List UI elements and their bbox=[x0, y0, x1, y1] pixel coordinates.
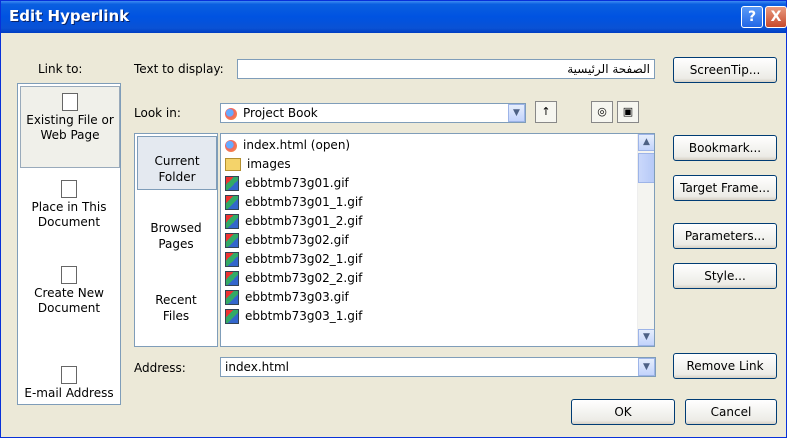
tab-current-folder[interactable]: Current Folder bbox=[137, 136, 217, 190]
scroll-up-icon[interactable]: ▲ bbox=[638, 134, 654, 151]
up-one-folder-icon[interactable]: ↑ bbox=[535, 101, 557, 123]
help-button[interactable]: ? bbox=[741, 6, 763, 28]
gif-file-icon bbox=[225, 176, 239, 191]
text-to-display-input[interactable]: الصفحة الرئيسية bbox=[237, 59, 655, 79]
gif-file-icon bbox=[225, 309, 239, 324]
look-in-dropdown[interactable]: Project Book bbox=[220, 103, 526, 123]
address-chevron-down-icon[interactable]: ▼ bbox=[638, 358, 655, 376]
link-to-label: Link to: bbox=[38, 62, 83, 76]
gif-file-icon bbox=[225, 290, 239, 305]
style-button[interactable]: Style... bbox=[673, 263, 777, 289]
existing-file-icon bbox=[62, 93, 78, 111]
globe-icon bbox=[225, 107, 237, 120]
link-to-item-label-1: E-mail Address bbox=[24, 386, 114, 400]
file-name: ebbtmb73g02_2.gif bbox=[245, 271, 363, 285]
link-to-bar: Existing File or Web Page Place in This … bbox=[17, 83, 121, 405]
file-name: images bbox=[247, 157, 291, 171]
sub-nav: Current Folder Browsed Pages Recent File… bbox=[134, 133, 218, 347]
browser-icon bbox=[225, 139, 237, 152]
address-input[interactable]: index.html bbox=[220, 357, 656, 377]
screentip-button[interactable]: ScreenTip... bbox=[673, 57, 777, 83]
gif-file-icon bbox=[225, 233, 239, 248]
tab-browsed-pages[interactable]: Browsed Pages bbox=[137, 220, 215, 260]
list-item[interactable]: images bbox=[225, 155, 291, 173]
tab-recent-files[interactable]: Recent Files bbox=[137, 292, 215, 332]
link-to-place-in-document[interactable]: Place in This Document bbox=[20, 174, 118, 244]
link-to-email-address[interactable]: E-mail Address bbox=[20, 360, 118, 404]
link-to-item-label-2: Web Page bbox=[40, 128, 100, 142]
link-to-item-label-1: Place in This bbox=[31, 200, 107, 214]
gif-file-icon bbox=[225, 195, 239, 210]
list-item[interactable]: ebbtmb73g01_2.gif bbox=[225, 212, 362, 230]
file-name: ebbtmb73g01.gif bbox=[245, 176, 349, 190]
email-address-icon bbox=[61, 366, 77, 384]
place-in-document-icon bbox=[61, 180, 77, 198]
folder-icon bbox=[225, 158, 241, 171]
gif-file-icon bbox=[225, 214, 239, 229]
list-item[interactable]: index.html (open) bbox=[225, 136, 350, 154]
file-name: ebbtmb73g03.gif bbox=[245, 290, 349, 304]
file-name: ebbtmb73g02_1.gif bbox=[245, 252, 363, 266]
list-item[interactable]: ebbtmb73g02.gif bbox=[225, 231, 349, 249]
address-label: Address: bbox=[134, 361, 186, 375]
text-to-display-label: Text to display: bbox=[134, 62, 224, 76]
gif-file-icon bbox=[225, 271, 239, 286]
link-to-item-label-1: Create New bbox=[34, 286, 104, 300]
list-item[interactable]: ebbtmb73g02_1.gif bbox=[225, 250, 362, 268]
link-to-create-new-document[interactable]: Create New Document bbox=[20, 260, 118, 330]
gif-file-icon bbox=[225, 252, 239, 267]
file-name: ebbtmb73g02.gif bbox=[245, 233, 349, 247]
file-name: index.html (open) bbox=[243, 138, 351, 152]
scroll-thumb[interactable] bbox=[638, 153, 654, 183]
close-button[interactable]: X bbox=[765, 6, 787, 28]
scroll-down-icon[interactable]: ▼ bbox=[638, 329, 654, 346]
sub-nav-label-2: Folder bbox=[158, 170, 196, 184]
browse-web-icon[interactable]: ◎ bbox=[591, 101, 613, 123]
list-item[interactable]: ebbtmb73g01.gif bbox=[225, 174, 349, 192]
link-to-item-label-2: Document bbox=[37, 215, 101, 229]
look-in-label: Look in: bbox=[134, 106, 181, 120]
sub-nav-label-1: Current bbox=[154, 154, 200, 168]
link-to-item-label-2: Document bbox=[37, 301, 101, 315]
file-name: ebbtmb73g03_1.gif bbox=[245, 309, 363, 323]
ok-button[interactable]: OK bbox=[571, 399, 675, 425]
bookmark-button[interactable]: Bookmark... bbox=[673, 135, 777, 161]
look-in-value: Project Book bbox=[243, 106, 318, 120]
file-name: ebbtmb73g01_2.gif bbox=[245, 214, 363, 228]
remove-link-button[interactable]: Remove Link bbox=[673, 353, 777, 379]
file-name: ebbtmb73g01_1.gif bbox=[245, 195, 363, 209]
list-item[interactable]: ebbtmb73g03_1.gif bbox=[225, 307, 362, 325]
link-to-item-label-1: Existing File or bbox=[26, 113, 114, 127]
sub-nav-label-2: Pages bbox=[158, 237, 194, 251]
edit-hyperlink-dialog: Edit Hyperlink ? X Link to: Existing Fil… bbox=[0, 0, 787, 438]
list-item[interactable]: ebbtmb73g02_2.gif bbox=[225, 269, 362, 287]
look-in-chevron-down-icon[interactable]: ▼ bbox=[508, 104, 525, 122]
window-title: Edit Hyperlink bbox=[9, 7, 130, 25]
list-item[interactable]: ebbtmb73g01_1.gif bbox=[225, 193, 362, 211]
title-bar[interactable]: Edit Hyperlink ? X bbox=[1, 1, 787, 33]
sub-nav-label-2: Files bbox=[162, 309, 190, 323]
link-to-existing-file[interactable]: Existing File or Web Page bbox=[20, 86, 120, 168]
target-frame-button[interactable]: Target Frame... bbox=[673, 175, 777, 201]
sub-nav-label-1: Recent bbox=[155, 293, 197, 307]
browse-file-icon[interactable]: ▣ bbox=[617, 101, 639, 123]
list-item[interactable]: ebbtmb73g03.gif bbox=[225, 288, 349, 306]
vertical-scrollbar[interactable]: ▲ ▼ bbox=[637, 134, 654, 346]
create-new-document-icon bbox=[61, 266, 77, 284]
parameters-button[interactable]: Parameters... bbox=[673, 223, 777, 249]
cancel-button[interactable]: Cancel bbox=[685, 399, 777, 425]
file-list[interactable]: index.html (open) images ebbtmb73g01.gif… bbox=[220, 133, 655, 347]
sub-nav-label-1: Browsed bbox=[150, 221, 202, 235]
